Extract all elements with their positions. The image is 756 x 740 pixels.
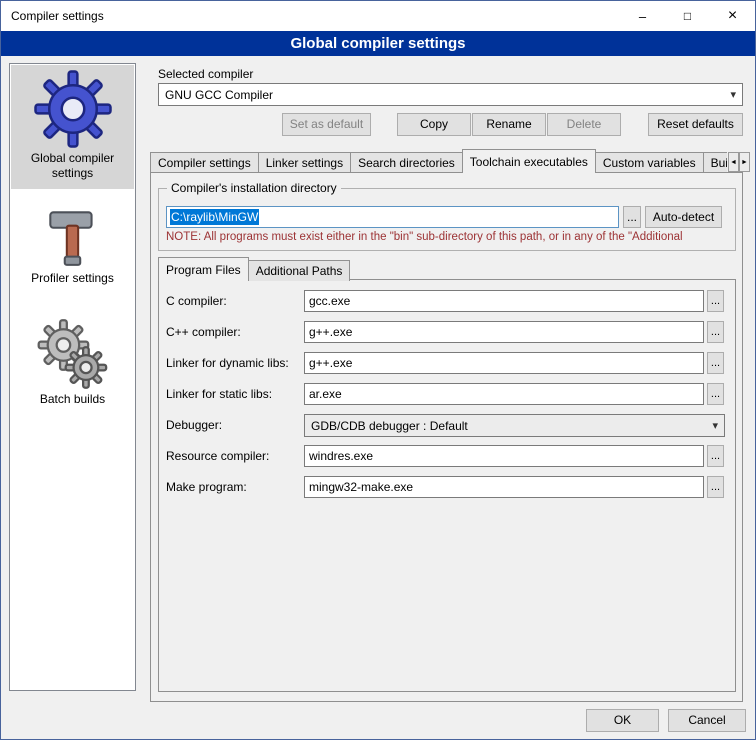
window-title: Compiler settings [1, 9, 104, 23]
dynamic-linker-label: Linker for dynamic libs: [166, 352, 289, 374]
debugger-dropdown[interactable]: GDB/CDB debugger : Default ▾ [304, 414, 725, 437]
subtab-additional-paths[interactable]: Additional Paths [248, 260, 351, 281]
tab-toolchain-executables[interactable]: Toolchain executables [462, 149, 596, 173]
selected-compiler-value: GNU GCC Compiler [165, 88, 273, 102]
tab-strip: Compiler settingsLinker settingsSearch d… [150, 149, 727, 173]
resource-compiler-label: Resource compiler: [166, 445, 269, 467]
cpp-compiler-row: C++ compiler: ... [166, 321, 724, 344]
reset-defaults-button[interactable]: Reset defaults [648, 113, 743, 136]
chevron-down-icon: ▾ [730, 88, 736, 101]
browse-c-compiler-button[interactable]: ... [707, 290, 724, 312]
browse-resource-compiler-button[interactable]: ... [707, 445, 724, 467]
tab-build-options[interactable]: Builc [703, 152, 727, 173]
tab-compiler-settings[interactable]: Compiler settings [150, 152, 259, 173]
resource-compiler-row: Resource compiler: ... [166, 445, 724, 468]
subtab-program-files[interactable]: Program Files [158, 257, 249, 281]
cpp-compiler-input[interactable] [304, 321, 704, 343]
debugger-row: Debugger: GDB/CDB debugger : Default ▾ [166, 414, 724, 437]
sidebar: Global compiler settings Profiler settin… [9, 63, 136, 691]
window-controls: – □ × [620, 1, 755, 31]
browse-cpp-compiler-button[interactable]: ... [707, 321, 724, 343]
tab-scroll-right-icon[interactable]: ► [739, 152, 750, 172]
cancel-button[interactable]: Cancel [668, 709, 746, 732]
make-program-label: Make program: [166, 476, 247, 498]
set-as-default-button[interactable]: Set as default [282, 113, 371, 136]
static-linker-row: Linker for static libs: ... [166, 383, 724, 406]
chevron-down-icon: ▾ [712, 419, 718, 432]
close-button[interactable]: × [710, 1, 755, 31]
gray-gears-icon [11, 318, 134, 390]
tab-search-directories[interactable]: Search directories [350, 152, 463, 173]
c-compiler-input[interactable] [304, 290, 704, 312]
sidebar-item-label: Profiler settings [11, 269, 134, 290]
sidebar-item-label: Global compiler settings [11, 149, 134, 185]
resource-compiler-input[interactable] [304, 445, 704, 467]
debugger-label: Debugger: [166, 414, 222, 436]
installation-directory-input[interactable]: C:\raylib\MinGW [166, 206, 619, 228]
browse-static-linker-button[interactable]: ... [707, 383, 724, 405]
browse-make-program-button[interactable]: ... [707, 476, 724, 498]
installation-directory-group-title: Compiler's installation directory [167, 181, 341, 195]
static-linker-label: Linker for static libs: [166, 383, 272, 405]
installation-directory-value: C:\raylib\MinGW [170, 209, 259, 225]
auto-detect-button[interactable]: Auto-detect [645, 206, 722, 228]
delete-button[interactable]: Delete [547, 113, 621, 136]
titlebar: Compiler settings – □ × [1, 1, 755, 31]
c-compiler-label: C compiler: [166, 290, 227, 312]
maximize-button[interactable]: □ [665, 1, 710, 31]
selected-compiler-label: Selected compiler [158, 63, 253, 85]
blue-gear-icon [11, 69, 134, 149]
selected-compiler-dropdown[interactable]: GNU GCC Compiler ▾ [158, 83, 743, 106]
make-program-row: Make program: ... [166, 476, 724, 499]
dynamic-linker-input[interactable] [304, 352, 704, 374]
browse-install-dir-button[interactable]: ... [623, 206, 641, 228]
ok-button[interactable]: OK [586, 709, 659, 732]
make-program-input[interactable] [304, 476, 704, 498]
tab-custom-variables[interactable]: Custom variables [595, 152, 704, 173]
rename-button[interactable]: Rename [472, 113, 546, 136]
dynamic-linker-row: Linker for dynamic libs: ... [166, 352, 724, 375]
c-compiler-row: C compiler: ... [166, 290, 724, 313]
sidebar-item-label: Batch builds [11, 390, 134, 411]
tab-linker-settings[interactable]: Linker settings [258, 152, 351, 173]
page-title: Global compiler settings [1, 31, 755, 56]
sidebar-item-global-compiler-settings[interactable]: Global compiler settings [11, 65, 134, 189]
subtab-strip: Program FilesAdditional Paths [158, 257, 349, 280]
sidebar-item-profiler-settings[interactable]: Profiler settings [11, 199, 134, 299]
cpp-compiler-label: C++ compiler: [166, 321, 241, 343]
copy-button[interactable]: Copy [397, 113, 471, 136]
static-linker-input[interactable] [304, 383, 704, 405]
minimize-button[interactable]: – [620, 1, 665, 31]
browse-dynamic-linker-button[interactable]: ... [707, 352, 724, 374]
debugger-value: GDB/CDB debugger : Default [311, 419, 468, 433]
compiler-settings-window: Compiler settings – □ × Global compiler … [0, 0, 756, 740]
sidebar-item-batch-builds[interactable]: Batch builds [11, 314, 134, 419]
tab-scroll-left-icon[interactable]: ◄ [728, 152, 739, 172]
note-text: NOTE: All programs must exist either in … [166, 231, 736, 243]
profiler-hammer-icon [11, 203, 134, 269]
